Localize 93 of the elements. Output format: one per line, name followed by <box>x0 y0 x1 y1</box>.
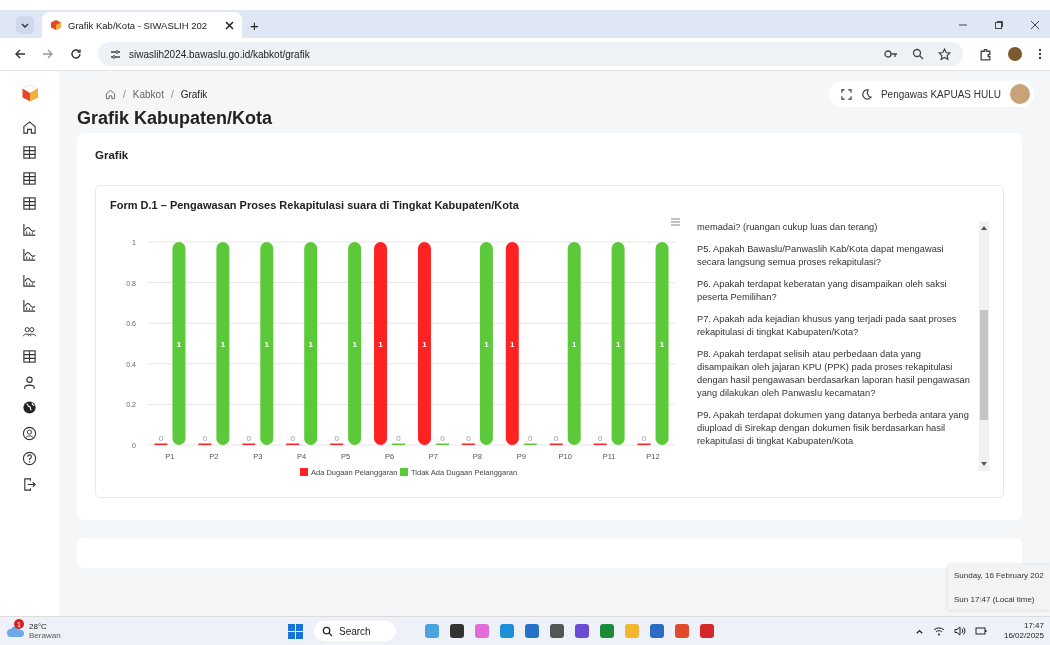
restore-icon[interactable] <box>994 20 1004 30</box>
chart-icon[interactable] <box>22 221 37 237</box>
data-label: 0 <box>396 434 401 443</box>
cloud-icon <box>6 624 26 638</box>
puzzle-icon[interactable] <box>979 47 992 61</box>
scroll-down-icon[interactable] <box>981 462 987 467</box>
globe-icon[interactable] <box>22 400 37 415</box>
flyout-date: Sunday, 16 February 202 <box>954 571 1045 580</box>
help-icon[interactable] <box>22 451 37 466</box>
question-text: P7. Apakah ada kejadian khusus yang terjadi pada saat proses rekapitulasi di tingkat Kabupaten/Kota? <box>697 313 958 339</box>
flyout-time: Sun 17:47 (Local time) <box>954 595 1036 604</box>
data-label: 0 <box>290 434 295 443</box>
data-label: 0 <box>158 434 164 443</box>
key-icon[interactable] <box>884 49 898 59</box>
question-text: P5. Apakah Bawaslu/Panwaslih Kab/Kota dapat mengawasi secara langsung semua proses rekapitulasi? <box>697 243 945 269</box>
chart-icon[interactable] <box>22 272 37 288</box>
table-icon[interactable] <box>22 170 37 186</box>
reload-icon[interactable] <box>70 48 82 60</box>
data-label: 1 <box>308 339 313 349</box>
page-title: Grafik Kabupaten/Kota <box>77 107 274 129</box>
forward-icon[interactable] <box>42 48 54 60</box>
close-icon[interactable] <box>225 20 234 30</box>
windows-icon[interactable] <box>288 623 303 639</box>
breadcrumb-link[interactable]: Kabkot <box>132 88 164 100</box>
data-label: 1 <box>176 339 182 349</box>
breadcrumb-separator: / <box>123 88 126 100</box>
data-label: 0 <box>466 434 471 443</box>
user-icon[interactable] <box>22 374 37 390</box>
data-label: 0 <box>202 434 208 443</box>
site-settings-icon[interactable] <box>110 48 121 60</box>
home-icon[interactable] <box>22 119 37 135</box>
account-icon[interactable] <box>22 425 37 441</box>
battery-icon[interactable] <box>974 626 987 636</box>
clock-date[interactable]: 16/02/2025 <box>1003 631 1044 641</box>
zoom-icon[interactable] <box>912 48 924 60</box>
url-text: siwaslih2024.bawaslu.go.id/kabkot/grafik <box>129 48 310 60</box>
data-label: 1 <box>510 339 515 349</box>
fullscreen-icon[interactable] <box>840 88 852 100</box>
chart-icon[interactable] <box>22 298 37 313</box>
browser-tab[interactable]: Grafik Kab/Kota - SIWASLIH 202 <box>42 12 242 38</box>
star-icon[interactable] <box>938 47 951 61</box>
data-label: 0 <box>440 434 445 443</box>
data-label: 1 <box>484 339 489 349</box>
moon-icon[interactable] <box>860 88 872 100</box>
cube-logo-icon <box>20 83 39 103</box>
data-label: 1 <box>422 339 427 349</box>
data-label: 1 <box>572 339 577 349</box>
table-icon[interactable] <box>22 349 37 364</box>
tab-title: Grafik Kab/Kota - SIWASLIH 202 <box>68 19 209 31</box>
data-label: 1 <box>352 339 357 349</box>
data-label: 0 <box>246 434 251 443</box>
question-text: P9. Apakah terdapat dokumen yang datanya berbeda antara yang diupload di Sirekap dengan dokumen fisik berdasarkan hasil rekapitulasi di tingkat Kabupaten/Kota <box>697 409 970 448</box>
caret-icon <box>20 20 30 30</box>
profile-avatar[interactable] <box>1008 47 1022 61</box>
search-field[interactable]: Search <box>314 621 396 641</box>
weather-text[interactable]: Berawan <box>29 631 61 640</box>
temperature[interactable]: 28°C <box>29 622 61 631</box>
wifi-icon[interactable] <box>932 626 945 636</box>
tab-list-button[interactable] <box>16 16 34 34</box>
logout-icon[interactable] <box>22 476 37 492</box>
data-label: 1 <box>264 339 269 349</box>
breadcrumb-separator: / <box>170 88 174 100</box>
close-icon[interactable] <box>1030 20 1040 30</box>
scrollbar[interactable] <box>979 221 989 471</box>
chart-icon[interactable] <box>22 247 37 262</box>
data-label: 0 <box>597 434 603 443</box>
back-icon[interactable] <box>14 48 26 60</box>
data-label: 1 <box>378 339 383 349</box>
question-text: P6. Apakah terdapat keberatan yang disampaikan oleh saksi peserta Pemilihan? <box>697 278 948 304</box>
app-icon[interactable] <box>450 624 464 638</box>
more-icon[interactable] <box>1038 48 1042 60</box>
new-tab-button[interactable]: + <box>250 17 259 34</box>
data-label: 0 <box>528 434 533 443</box>
cube-logo-icon <box>50 19 62 31</box>
data-label: 0 <box>334 434 339 443</box>
data-label: 1 <box>615 339 621 349</box>
chart-title: Form D.1 – Pengawasan Proses Rekapitulasi suara di Tingkat Kabupaten/Kota <box>110 199 520 211</box>
question-text: P8. Apakah terdapat selisih atau perbedaan data yang disampaikan oleh jajaran KPU (PPK) pada proses rekapitulasi dengan hasil pengawasan berdasarkan laporan hasil pengawasan yang dilakukan oleh Panwaslu kecamatan? <box>697 348 971 400</box>
table-icon[interactable] <box>22 145 37 160</box>
data-label: 0 <box>641 434 647 443</box>
speaker-icon[interactable] <box>953 626 966 636</box>
scroll-up-icon[interactable] <box>981 225 987 230</box>
data-label: 0 <box>554 434 559 443</box>
clock-time[interactable]: 17:47 <box>1023 621 1044 631</box>
table-icon[interactable] <box>22 196 37 211</box>
data-label: 1 <box>220 339 226 349</box>
data-label: 1 <box>659 339 665 349</box>
app-icon[interactable] <box>550 624 564 638</box>
card-title: Grafik <box>95 149 130 161</box>
question-text: memadai? (ruangan cukup luas dan terang) <box>697 221 879 234</box>
address-field[interactable]: siwaslih2024.bawaslu.go.id/kabkot/grafik <box>98 42 963 66</box>
search-icon <box>322 625 333 637</box>
user-name[interactable]: Pengawas KAPUAS HULU <box>880 88 1001 100</box>
